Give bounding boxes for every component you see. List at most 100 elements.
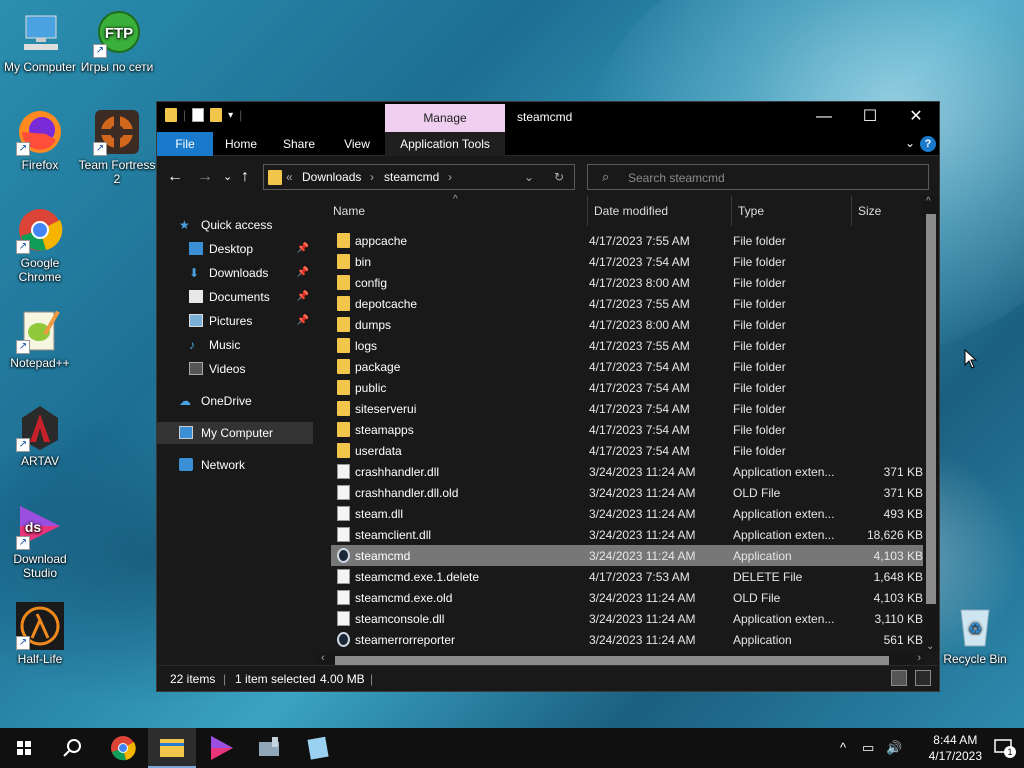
desktop-icon-half-life[interactable]: ↗ Half-Life: [0, 602, 80, 666]
folder-icon: [337, 338, 350, 353]
scroll-left-icon[interactable]: ‹: [321, 652, 325, 664]
minimize-button[interactable]: —: [801, 102, 847, 132]
scroll-up-icon[interactable]: ^: [926, 196, 931, 207]
expand-ribbon-icon[interactable]: ⌄: [905, 136, 915, 150]
file-row[interactable]: dumps 4/17/2023 8:00 AM File folder: [331, 314, 925, 335]
file-row[interactable]: userdata 4/17/2023 7:54 AM File folder: [331, 440, 925, 461]
nav-my-computer[interactable]: My Computer: [157, 422, 313, 444]
up-button[interactable]: ↑: [241, 168, 249, 186]
item-count: 22 items: [170, 672, 216, 686]
file-row[interactable]: crashhandler.dll.old 3/24/2023 11:24 AM OL…: [331, 482, 925, 503]
file-row[interactable]: steamcmd.exe.old 3/24/2023 11:24 AM OLD Fi…: [331, 587, 925, 608]
column-name[interactable]: Name: [333, 204, 365, 218]
file-name: bin: [355, 255, 372, 269]
nav-documents[interactable]: Documents 📌: [157, 286, 313, 308]
taskbar-tool[interactable]: [246, 728, 294, 768]
scroll-thumb[interactable]: [926, 214, 936, 604]
nav-pictures[interactable]: Pictures 📌: [157, 310, 313, 332]
nav-videos[interactable]: Videos: [157, 358, 313, 380]
file-type: Application exten...: [733, 612, 835, 626]
tab-share[interactable]: Share: [277, 132, 321, 156]
breadcrumb-separator-icon[interactable]: ›: [370, 170, 374, 184]
desktop-icon-download-studio[interactable]: ds ↗ Download Studio: [0, 502, 80, 580]
start-button[interactable]: [0, 728, 48, 768]
desktop-icon-artav[interactable]: ↗ ARTAV: [0, 404, 80, 468]
file-row[interactable]: public 4/17/2023 7:54 AM File folder: [331, 377, 925, 398]
desktop-icon-chrome[interactable]: ↗ Google Chrome: [0, 206, 80, 284]
recent-locations-icon[interactable]: ⌄: [223, 170, 232, 183]
scroll-down-icon[interactable]: ⌄: [926, 641, 934, 652]
column-date-modified[interactable]: Date modified: [594, 204, 668, 218]
taskbar-download-studio[interactable]: [197, 728, 245, 768]
nav-network[interactable]: Network: [157, 454, 313, 476]
volume-icon[interactable]: 🔊: [886, 740, 902, 756]
file-name: steamcmd.exe.old: [355, 591, 453, 605]
file-row[interactable]: crashhandler.dll 3/24/2023 11:24 AM Applic…: [331, 461, 925, 482]
refresh-icon[interactable]: ↻: [554, 170, 564, 184]
desktop-icon-team-fortress[interactable]: ↗ Team Fortress 2: [77, 108, 157, 186]
properties-icon[interactable]: [192, 108, 205, 122]
nav-quick-access[interactable]: ★ Quick access: [157, 214, 313, 236]
desktop-icon-games[interactable]: FTP ↗ Игры по сети: [77, 10, 157, 74]
file-row[interactable]: config 4/17/2023 8:00 AM File folder: [331, 272, 925, 293]
network-tray-icon[interactable]: ▭: [862, 740, 874, 756]
back-button[interactable]: ←: [167, 168, 183, 186]
search-input[interactable]: Search steamcmd: [628, 171, 725, 185]
desktop-icon-notepadpp[interactable]: ↗ Notepad++: [0, 306, 80, 370]
search-button[interactable]: [48, 728, 96, 768]
address-dropdown-icon[interactable]: ⌄: [524, 170, 534, 184]
manage-tab[interactable]: Manage: [385, 104, 505, 132]
forward-button[interactable]: →: [197, 168, 213, 186]
taskbar-file-explorer[interactable]: [148, 728, 196, 768]
tab-application-tools[interactable]: Application Tools: [385, 132, 505, 156]
file-row[interactable]: depotcache 4/17/2023 7:55 AM File folder: [331, 293, 925, 314]
file-row[interactable]: steamerrorreporter 3/24/2023 11:24 AM Appl…: [331, 629, 925, 650]
chevron-down-icon[interactable]: ▾: [228, 110, 233, 121]
chevron-up-icon[interactable]: ^: [840, 740, 846, 755]
file-row[interactable]: logs 4/17/2023 7:55 AM File folder: [331, 335, 925, 356]
taskbar-notepad[interactable]: [295, 728, 343, 768]
overflow-icon[interactable]: «: [286, 170, 293, 184]
vertical-scrollbar[interactable]: ^ ⌄: [923, 196, 939, 652]
file-row[interactable]: steamcmd 3/24/2023 11:24 AM Application 4,1…: [331, 545, 925, 566]
file-row[interactable]: siteserverui 4/17/2023 7:54 AM File folder: [331, 398, 925, 419]
nav-downloads[interactable]: ⬇ Downloads 📌: [157, 262, 313, 284]
column-type[interactable]: Type: [738, 204, 764, 218]
nav-desktop[interactable]: Desktop 📌: [157, 238, 313, 260]
tab-home[interactable]: Home: [219, 132, 263, 156]
notification-center-button[interactable]: 1: [994, 738, 1016, 758]
scroll-right-icon[interactable]: ›: [917, 652, 921, 664]
file-row[interactable]: steamclient.dll 3/24/2023 11:24 AM Applica…: [331, 524, 925, 545]
breadcrumb-separator-icon[interactable]: ›: [448, 170, 452, 184]
file-row[interactable]: steamcmd.exe.1.delete 4/17/2023 7:53 AM DE…: [331, 566, 925, 587]
clock[interactable]: 8:44 AM 4/17/2023: [929, 732, 982, 764]
tab-file[interactable]: File: [157, 132, 213, 156]
file-row[interactable]: bin 4/17/2023 7:54 AM File folder: [331, 251, 925, 272]
taskbar-chrome[interactable]: [99, 728, 147, 768]
breadcrumb-downloads[interactable]: Downloads: [302, 170, 361, 184]
nav-music[interactable]: ♪ Music: [157, 334, 313, 356]
desktop-icon-my-computer[interactable]: My Computer: [0, 10, 80, 74]
file-row[interactable]: package 4/17/2023 7:54 AM File folder: [331, 356, 925, 377]
search-box[interactable]: ⌕ Search steamcmd: [587, 164, 929, 190]
maximize-button[interactable]: ☐: [847, 102, 893, 132]
file-row[interactable]: steamconsole.dll 3/24/2023 11:24 AM Applic…: [331, 608, 925, 629]
file-explorer-window[interactable]: | ▾ | Manage steamcmd — ☐ ✕ File Home Sh…: [156, 101, 940, 692]
help-icon[interactable]: ?: [920, 136, 936, 152]
address-bar[interactable]: « Downloads › steamcmd › ⌄ ↻: [263, 164, 575, 190]
new-folder-icon[interactable]: [210, 108, 223, 122]
file-row[interactable]: appcache 4/17/2023 7:55 AM File folder: [331, 230, 925, 251]
breadcrumb-steamcmd[interactable]: steamcmd: [384, 170, 439, 184]
desktop-icon-recycle-bin[interactable]: ♻ Recycle Bin: [935, 602, 1015, 666]
details-view-icon[interactable]: [891, 670, 907, 686]
title-bar[interactable]: | ▾ | Manage steamcmd — ☐ ✕: [157, 102, 939, 132]
file-row[interactable]: steamapps 4/17/2023 7:54 AM File folder: [331, 419, 925, 440]
tab-view[interactable]: View: [335, 132, 379, 156]
file-row[interactable]: steam.dll 3/24/2023 11:24 AM Application e…: [331, 503, 925, 524]
nav-onedrive[interactable]: ☁ OneDrive: [157, 390, 313, 412]
column-size[interactable]: Size: [858, 204, 881, 218]
scroll-thumb[interactable]: [335, 656, 889, 665]
desktop-icon-firefox[interactable]: ↗ Firefox: [0, 108, 80, 172]
close-button[interactable]: ✕: [893, 102, 939, 132]
large-icons-view-icon[interactable]: [915, 670, 931, 686]
